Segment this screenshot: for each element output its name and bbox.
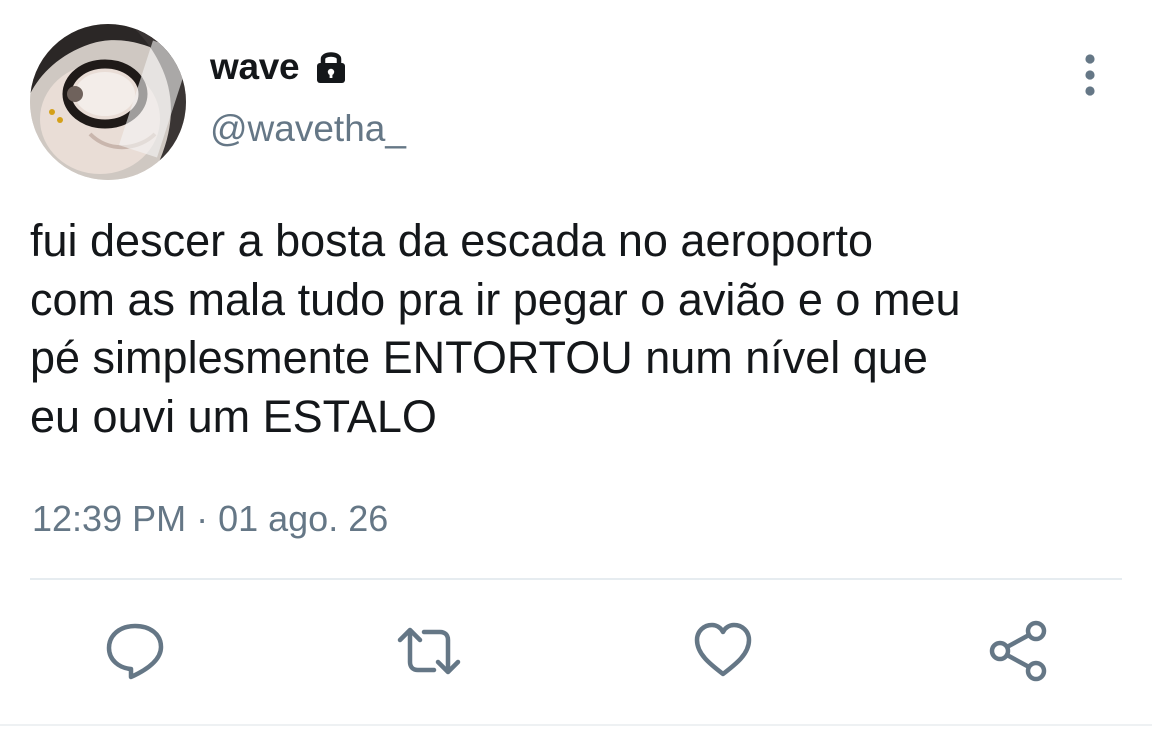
more-options-icon[interactable] [1070, 52, 1110, 98]
avatar-photo [30, 24, 186, 180]
share-icon [989, 620, 1047, 682]
user-handle[interactable]: @wavetha_ [210, 108, 406, 150]
share-button[interactable] [986, 618, 1052, 684]
retweet-icon [397, 627, 461, 675]
avatar[interactable] [30, 24, 186, 180]
reply-icon [106, 623, 164, 680]
lock-icon [311, 47, 351, 87]
heart-icon [694, 622, 752, 677]
like-button[interactable] [690, 618, 756, 684]
reply-button[interactable] [102, 618, 168, 684]
divider [30, 578, 1122, 580]
tweet-timestamp[interactable]: 12:39 PM · 01 ago. 26 [32, 498, 388, 540]
tweet-text: fui descer a bosta da escada no aeroport… [30, 215, 961, 442]
display-name[interactable]: wave [210, 46, 300, 88]
retweet-button[interactable] [396, 618, 462, 684]
tweet-card: wave @wavetha_ fui descer a bosta da esc… [0, 0, 1152, 744]
action-bar [0, 618, 1152, 688]
name-row: wave [210, 42, 351, 92]
bottom-divider [0, 724, 1152, 726]
